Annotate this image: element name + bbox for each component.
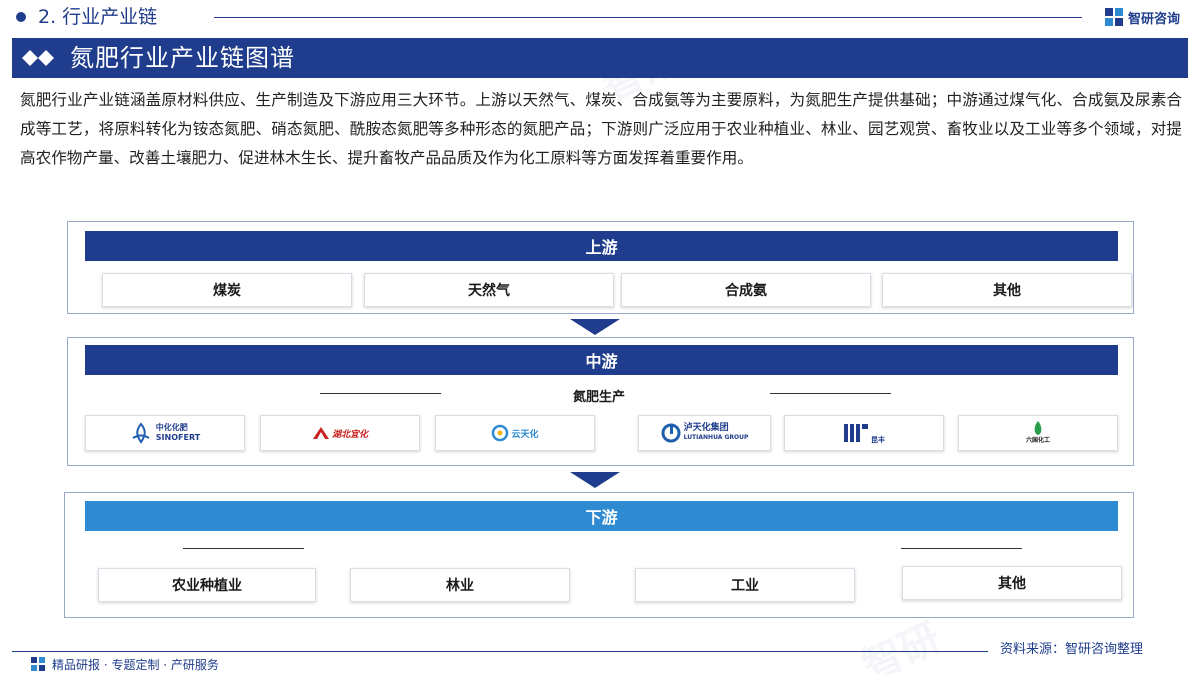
down-arrow-icon (570, 319, 620, 335)
hubei-yihua-logo-icon (312, 427, 329, 439)
divider-line (320, 393, 441, 394)
footer-tagline: 精品研报 · 专题定制 · 产研服务 (52, 657, 219, 672)
header-divider (214, 17, 1082, 18)
upstream-panel: 上游 煤炭 天然气 合成氨 其他 (67, 221, 1134, 314)
downstream-panel: 下游 农业种植业 林业 工业 其他 (64, 492, 1134, 618)
brand: 智研咨询 (1104, 6, 1180, 28)
diamond-icon (22, 50, 54, 66)
upstream-item: 天然气 (364, 273, 614, 307)
company-logo-liuguo: 六国化工 (958, 415, 1118, 451)
upstream-item: 合成氨 (621, 273, 871, 307)
logo-text: LUTIANHUA GROUP (683, 434, 749, 441)
top-bar: 2. 行业产业链 智研咨询 (0, 0, 1200, 36)
downstream-item: 工业 (635, 568, 855, 602)
liuguo-logo-icon (1034, 421, 1042, 435)
upstream-header: 上游 (85, 231, 1118, 261)
downstream-item: 其他 (902, 566, 1122, 600)
company-logo-hubei-yihua: 湖北宜化 (260, 415, 420, 451)
logo-text: 湖北宜化 (331, 429, 368, 440)
midstream-header: 中游 (85, 345, 1118, 375)
sinofert-logo-icon (132, 422, 150, 444)
footer: 精品研报 · 专题定制 · 产研服务 (30, 655, 219, 673)
footer-divider (12, 651, 988, 652)
lutianhua-logo-icon (661, 423, 681, 443)
bullet-dot-icon (16, 12, 26, 22)
huachang-logo-icon (844, 424, 868, 442)
midstream-subtitle: 氮肥生产 (573, 390, 626, 405)
upstream-item: 煤炭 (102, 273, 352, 307)
yuntianhua-logo-icon (492, 424, 509, 442)
brand-logo-icon (1105, 8, 1123, 26)
logo-text: 泸天化集团 (683, 423, 729, 433)
downstream-item: 农业种植业 (98, 568, 316, 602)
company-logo-sinofert: 中化化肥 SINOFERT (85, 415, 245, 451)
title-banner: 氮肥行业产业链图谱 (12, 38, 1188, 78)
source-note: 资料来源：智研咨询整理 (1000, 642, 1144, 657)
midstream-panel: 中游 氮肥生产 中化化肥 SINOFERT 湖北宜化 云天化 泸天化集团 LUT… (67, 337, 1134, 466)
divider-line (183, 548, 304, 549)
page-title: 氮肥行业产业链图谱 (70, 44, 295, 72)
downstream-item: 林业 (350, 568, 570, 602)
upstream-item: 其他 (882, 273, 1132, 307)
divider-line (770, 393, 891, 394)
company-logo-kunfeng: 昆丰 (784, 415, 944, 451)
down-arrow-icon (570, 472, 620, 488)
logo-text: 云天化 (511, 429, 539, 440)
downstream-header: 下游 (85, 501, 1118, 531)
intro-paragraph: 氮肥行业产业链涵盖原材料供应、生产制造及下游应用三大环节。上游以天然气、煤炭、合… (20, 91, 1182, 167)
divider-line (901, 548, 1022, 549)
logo-text: 中化化肥 (155, 423, 188, 432)
company-logo-yuntianhua: 云天化 (435, 415, 595, 451)
logo-text: 六国化工 (1025, 437, 1050, 444)
section-title: 2. 行业产业链 (38, 6, 158, 28)
brand-name: 智研咨询 (1128, 11, 1181, 27)
brand-logo-icon (31, 657, 45, 671)
logo-text: SINOFERT (155, 433, 201, 442)
logo-text: 昆丰 (871, 436, 885, 444)
company-logo-lutianhua: 泸天化集团 LUTIANHUA GROUP (638, 415, 771, 451)
